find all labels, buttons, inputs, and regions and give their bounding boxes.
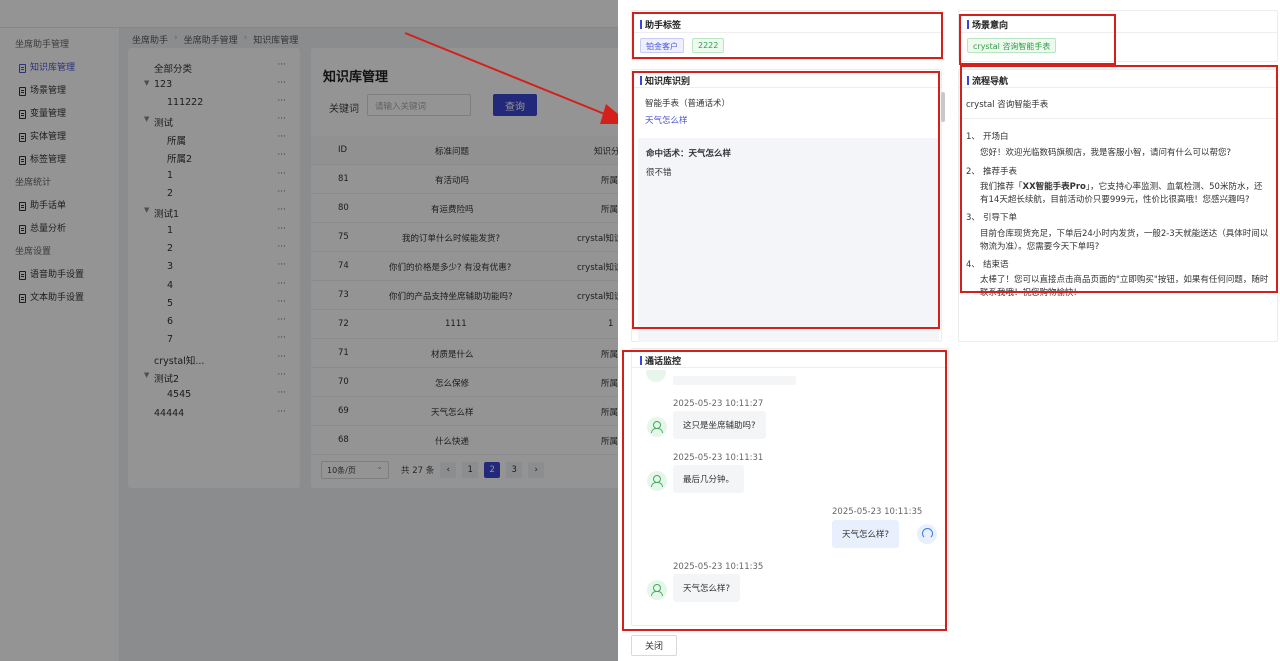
customer-avatar-icon bbox=[647, 471, 667, 491]
flow-scene-name: crystal 咨询智能手表 bbox=[966, 100, 1049, 110]
card-title: 助手标签 bbox=[640, 18, 681, 31]
message-bubble: 最后几分钟。 bbox=[673, 465, 745, 493]
customer-avatar-icon bbox=[647, 417, 667, 437]
agent-headset-icon bbox=[917, 524, 937, 544]
knowledge-item-title: 智能手表（普通话术） bbox=[645, 99, 731, 109]
flow-step-number: 3、 bbox=[966, 213, 980, 223]
message-bubble bbox=[673, 376, 796, 385]
flow-step-name: 引导下单 bbox=[983, 213, 1018, 223]
message-bubble: 这只是坐席辅助吗? bbox=[673, 411, 766, 439]
card-title: 场景意向 bbox=[967, 18, 1008, 31]
customer-tag: 铂金客户 bbox=[640, 38, 684, 53]
message-time: 2025-05-23 10:11:31 bbox=[673, 453, 764, 463]
divider bbox=[959, 32, 1277, 33]
flow-step-name: 推荐手表 bbox=[983, 167, 1018, 177]
close-button[interactable]: 关闭 bbox=[631, 635, 677, 656]
flow-step-text: 我们推荐「XX智能手表Pro」，它支持心率监测、血氧检测、50米防水，还有14天… bbox=[980, 182, 1263, 205]
card-title: 流程导航 bbox=[967, 74, 1008, 87]
knowledge-item-link[interactable]: 天气怎么样 bbox=[645, 114, 688, 126]
divider bbox=[632, 87, 941, 88]
headset-icon bbox=[922, 528, 933, 539]
flow-step-text: 太棒了！您可以直接点击商品页面的"立即购买"按钮，如果有任何问题，随时联系我哦！… bbox=[980, 275, 1269, 298]
scene-intent-card: 场景意向 crystal 咨询智能手表 bbox=[958, 10, 1278, 62]
modal-mask[interactable] bbox=[0, 0, 618, 661]
flow-step-name: 开场白 bbox=[983, 132, 1009, 142]
message-time: 2025-05-23 10:11:35 bbox=[832, 507, 923, 517]
divider bbox=[632, 32, 941, 33]
flow-step-number: 2、 bbox=[966, 167, 980, 177]
divider bbox=[632, 367, 948, 368]
divider bbox=[958, 118, 1278, 119]
scene-tag: crystal 咨询智能手表 bbox=[967, 38, 1057, 53]
flow-step-text: 您好！欢迎光临数码旗舰店，我是客服小智，请问有什么可以帮您? bbox=[980, 148, 1232, 158]
assistant-tags-card: 助手标签 铂金客户 2222 bbox=[631, 10, 942, 60]
flow-step-text: 目前仓库现货充足，下单后24小时内发货，一般2-3天就能送达（具体时间以物流为准… bbox=[980, 229, 1269, 252]
hit-script-answer: 很不错 bbox=[646, 168, 672, 178]
flow-step-number: 1、 bbox=[966, 132, 980, 142]
message-bubble: 天气怎么样? bbox=[832, 520, 900, 548]
flow-step-name: 结束语 bbox=[983, 260, 1009, 270]
hit-script-title: 命中话术：天气怎么样 bbox=[646, 149, 732, 159]
message-time: 2025-05-23 10:11:27 bbox=[673, 399, 764, 409]
customer-avatar-icon bbox=[647, 580, 667, 600]
card-title: 知识库识别 bbox=[640, 74, 690, 87]
hit-script-panel bbox=[638, 138, 939, 342]
message-time: 2025-05-23 10:11:35 bbox=[673, 562, 764, 572]
scrollbar[interactable] bbox=[941, 92, 945, 122]
divider bbox=[959, 87, 1277, 88]
card-title: 通话监控 bbox=[640, 354, 681, 367]
message-bubble: 天气怎么样? bbox=[673, 574, 741, 602]
flow-step-number: 4、 bbox=[966, 260, 980, 270]
customer-tag: 2222 bbox=[692, 38, 725, 53]
